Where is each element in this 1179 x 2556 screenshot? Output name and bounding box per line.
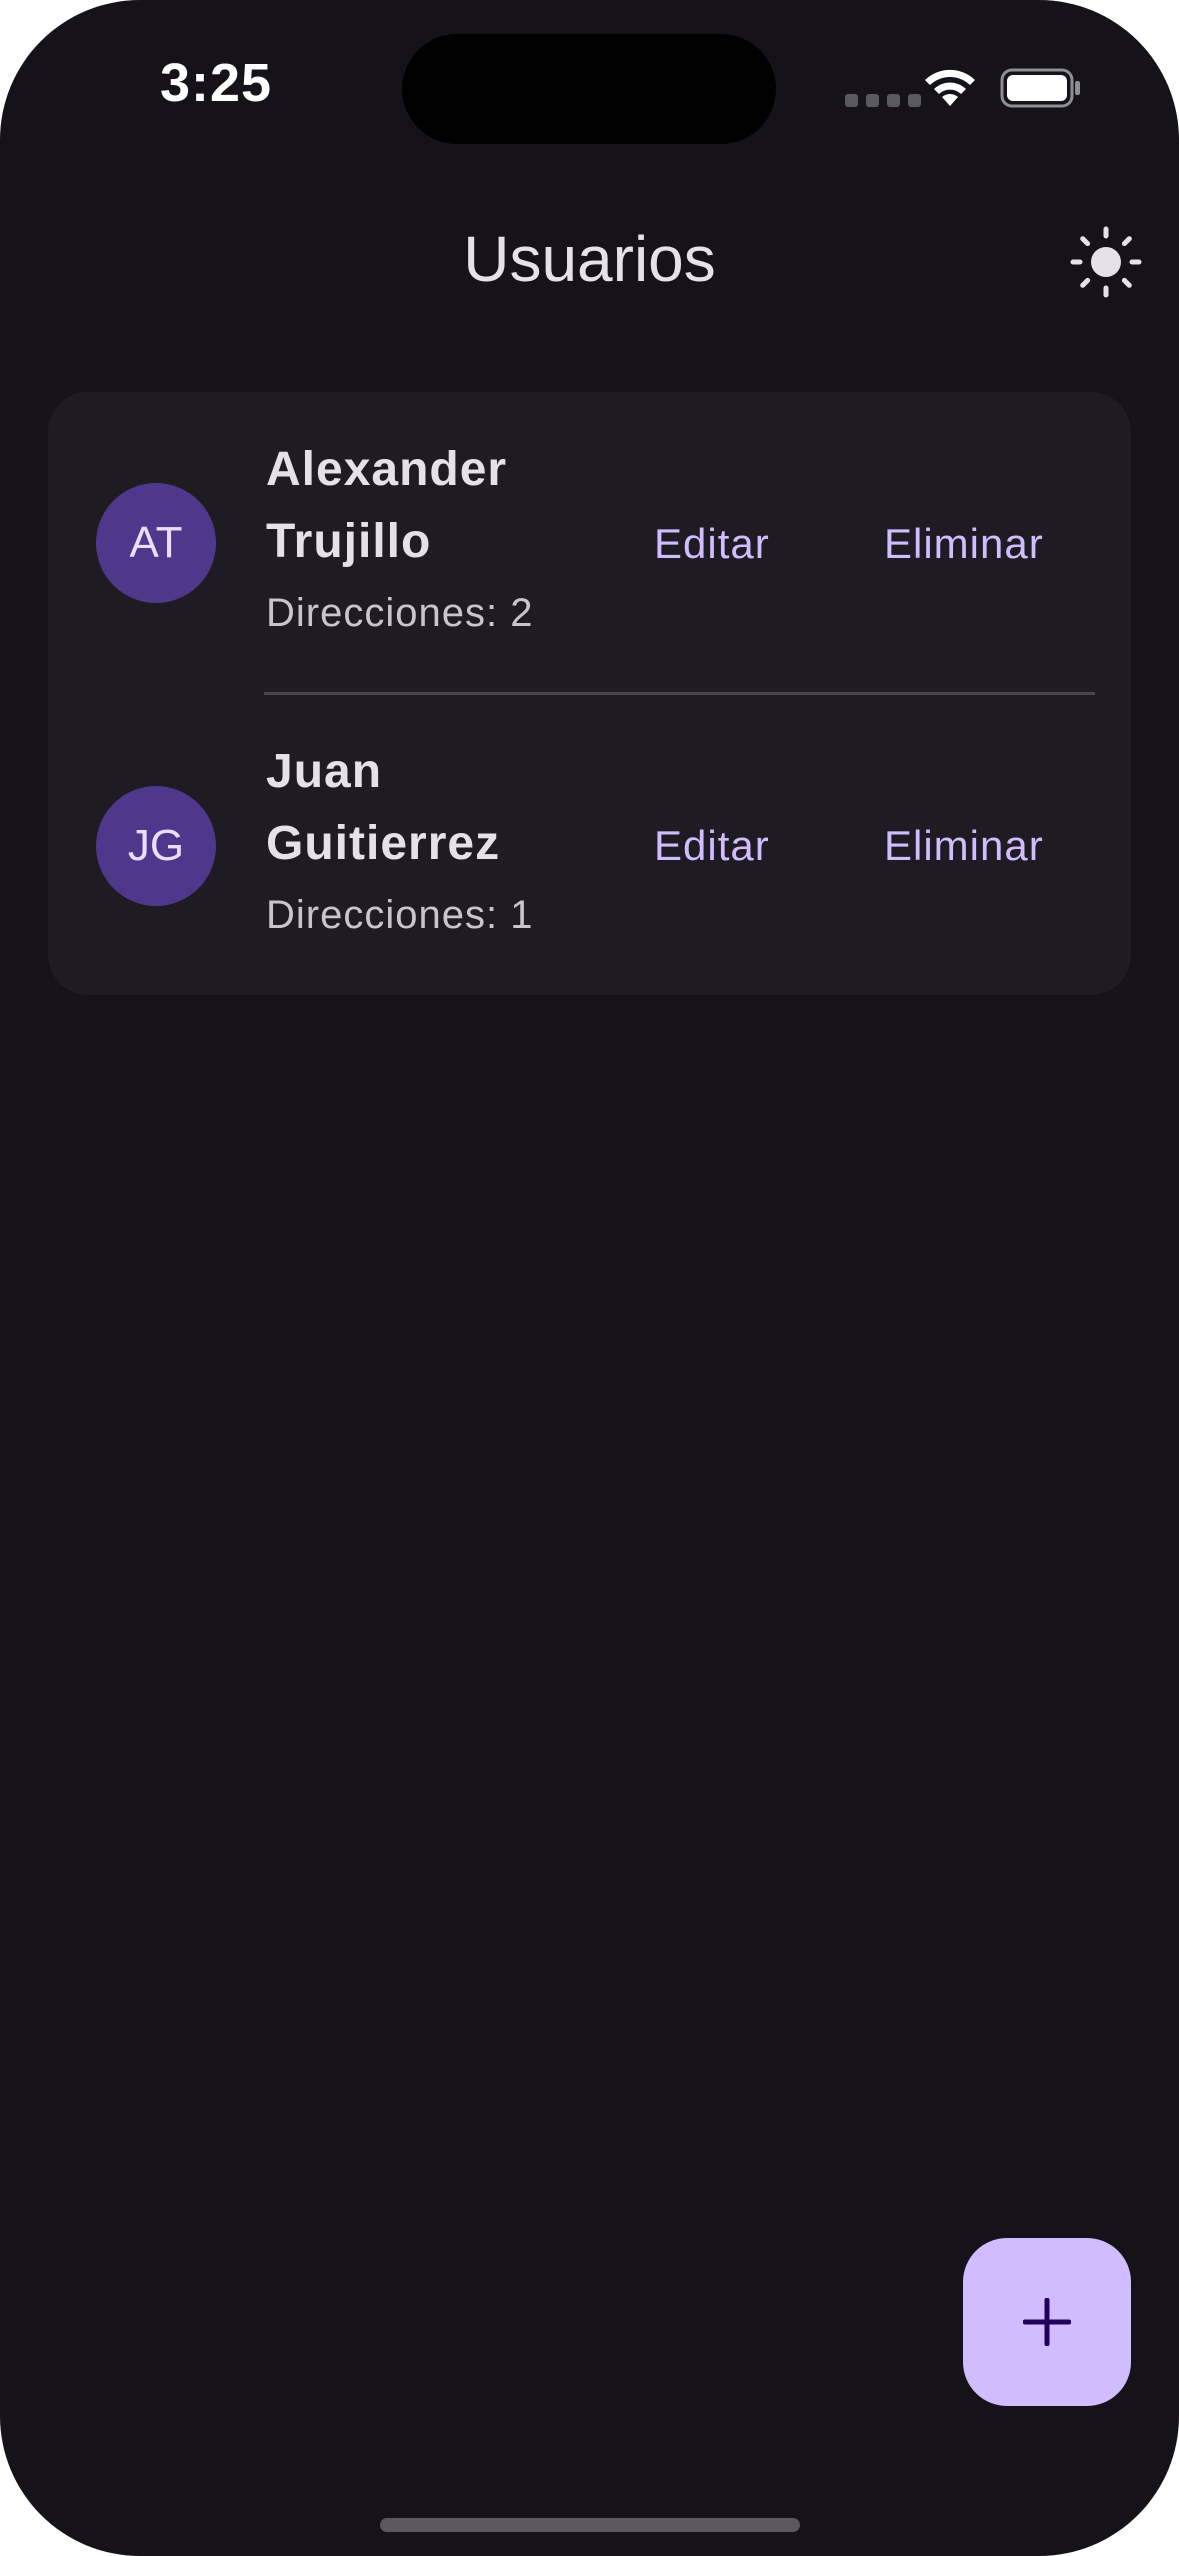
user-name: Alexander Trujillo: [266, 443, 508, 568]
user-address-count: Direcciones: 2: [266, 591, 534, 635]
home-indicator[interactable]: [380, 2518, 800, 2532]
user-list-card: AT Alexander Trujillo Direcciones: 2 Edi…: [48, 392, 1131, 995]
plus-icon: [1023, 2298, 1071, 2346]
dynamic-island: [402, 34, 776, 144]
cellular-signal-icon: [845, 94, 921, 107]
status-time: 3:25: [160, 53, 273, 113]
edit-button[interactable]: Editar: [654, 520, 770, 568]
user-list-item: JG Juan Guitierrez Direcciones: 1 Editar…: [48, 694, 1131, 996]
add-user-button[interactable]: [963, 2238, 1131, 2406]
delete-button[interactable]: Eliminar: [884, 520, 1044, 568]
user-address-count: Direcciones: 1: [266, 893, 534, 937]
page-title: Usuarios: [463, 223, 716, 295]
avatar: AT: [96, 483, 216, 603]
avatar: JG: [96, 786, 216, 906]
edit-button[interactable]: Editar: [654, 822, 770, 870]
battery-icon: [1000, 68, 1080, 108]
delete-button[interactable]: Eliminar: [884, 822, 1044, 870]
user-list-item: AT Alexander Trujillo Direcciones: 2 Edi…: [48, 392, 1131, 695]
sun-icon[interactable]: [1070, 226, 1142, 298]
user-name: Juan Guitierrez: [266, 745, 501, 870]
wifi-icon: [925, 69, 975, 106]
phone-screen: 3:25 Usuarios AT Alexander Trujillo Dire…: [0, 0, 1179, 2556]
